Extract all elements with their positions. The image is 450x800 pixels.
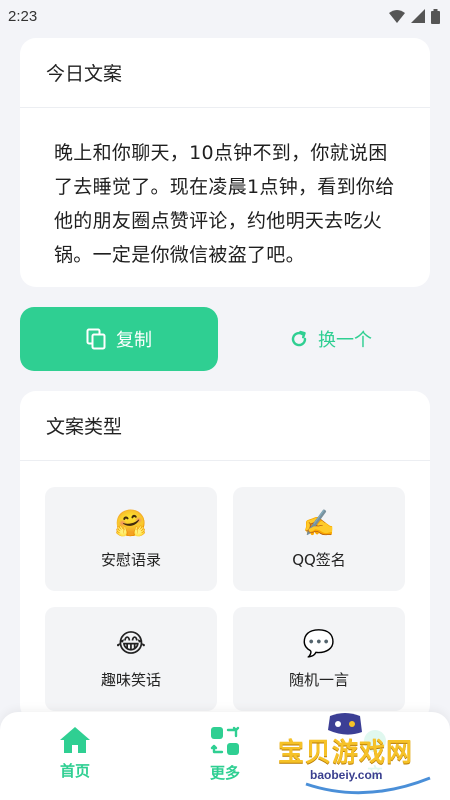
type-tile-comfort[interactable]: 🤗 安慰语录 [45, 487, 217, 591]
exchange-icon [210, 726, 240, 755]
status-bar: 2:23 [0, 0, 450, 32]
nav-item-more[interactable]: 更多 [185, 726, 265, 783]
next-button[interactable]: 换一个 [232, 307, 430, 371]
status-icons [389, 8, 440, 24]
type-label: 趣味笑话 [100, 670, 161, 689]
type-tile-qq-signature[interactable]: ✍️ QQ签名 [233, 487, 405, 591]
watermark-logo: 宝贝游戏网 baobeiy.com [270, 708, 450, 800]
type-label: QQ签名 [292, 550, 346, 569]
signal-icon [411, 9, 425, 23]
home-icon [60, 727, 90, 753]
type-label: 随机一言 [288, 670, 349, 689]
nav-item-home[interactable]: 首页 [35, 726, 115, 781]
copy-button[interactable]: 复制 [20, 307, 218, 371]
wifi-icon [389, 10, 405, 23]
today-card: 今日文案 晚上和你聊天，10点钟不到，你就说困了去睡觉了。现在凌晨1点钟，看到你… [20, 38, 430, 287]
copy-icon [86, 328, 106, 350]
speech-bubble-icon: 💬 [302, 628, 336, 659]
next-label: 换一个 [318, 330, 372, 351]
writing-hand-icon: ✍️ [302, 508, 336, 539]
refresh-icon [291, 330, 307, 347]
quote-text: 晚上和你聊天，10点钟不到，你就说困了去睡觉了。现在凌晨1点钟，看到你给他的朋友… [54, 142, 395, 266]
type-tile-jokes[interactable]: 😂 趣味笑话 [45, 607, 217, 711]
nav-label-more: 更多 [209, 764, 240, 782]
type-tile-random[interactable]: 💬 随机一言 [233, 607, 405, 711]
types-card: 文案类型 🤗 安慰语录 ✍️ QQ签名 😂 趣味笑话 💬 随机一言 [20, 391, 430, 721]
status-time: 2:23 [8, 7, 38, 25]
nav-label-home: 首页 [59, 762, 90, 780]
today-title: 今日文案 [20, 38, 430, 108]
copy-label: 复制 [116, 330, 152, 351]
laughing-face-icon: 😂 [115, 628, 147, 659]
watermark-text: 宝贝游戏网 [278, 738, 414, 768]
types-title: 文案类型 [20, 391, 430, 461]
watermark-url: baobeiy.com [310, 768, 383, 782]
type-grid: 🤗 安慰语录 ✍️ QQ签名 😂 趣味笑话 💬 随机一言 [45, 487, 405, 711]
battery-icon [431, 8, 440, 24]
hugging-face-icon: 🤗 [114, 508, 148, 539]
type-label: 安慰语录 [100, 550, 161, 569]
